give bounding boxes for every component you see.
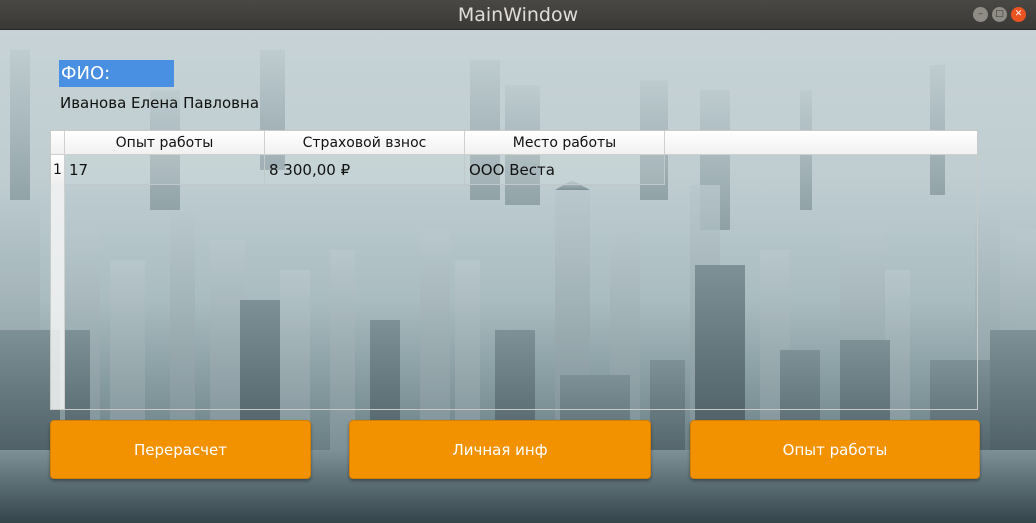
main-content: ФИО: Иванова Елена Павловна Опыт работы … — [0, 30, 1036, 523]
column-header-experience[interactable]: Опыт работы — [65, 131, 265, 155]
title-bar: MainWindow – □ ✕ — [0, 0, 1036, 30]
table-header: Опыт работы Страховой взнос Место работы — [51, 131, 977, 155]
data-table[interactable]: Опыт работы Страховой взнос Место работы… — [50, 130, 978, 410]
row-header-column — [51, 155, 65, 409]
maximize-button[interactable]: □ — [992, 7, 1007, 22]
table-row[interactable]: 1 17 8 300,00 ₽ ООО Веста — [51, 155, 665, 185]
cell-workplace[interactable]: ООО Веста — [465, 155, 665, 185]
personal-info-button[interactable]: Личная инф — [349, 420, 651, 479]
column-header-workplace[interactable]: Место работы — [465, 131, 665, 155]
cell-experience[interactable]: 17 — [65, 155, 265, 185]
work-experience-button[interactable]: Опыт работы — [690, 420, 980, 479]
row-number[interactable]: 1 — [51, 155, 65, 185]
window-title: MainWindow — [457, 4, 579, 26]
fio-label: ФИО: — [59, 60, 174, 87]
recalc-button[interactable]: Перерасчет — [50, 420, 311, 479]
column-header-insurance[interactable]: Страховой взнос — [265, 131, 465, 155]
close-button[interactable]: ✕ — [1011, 7, 1026, 22]
minimize-button[interactable]: – — [973, 7, 988, 22]
window-controls: – □ ✕ — [973, 7, 1026, 22]
fio-value: Иванова Елена Павловна — [60, 94, 260, 112]
cell-insurance[interactable]: 8 300,00 ₽ — [265, 155, 465, 185]
table-corner-button[interactable] — [51, 131, 65, 155]
